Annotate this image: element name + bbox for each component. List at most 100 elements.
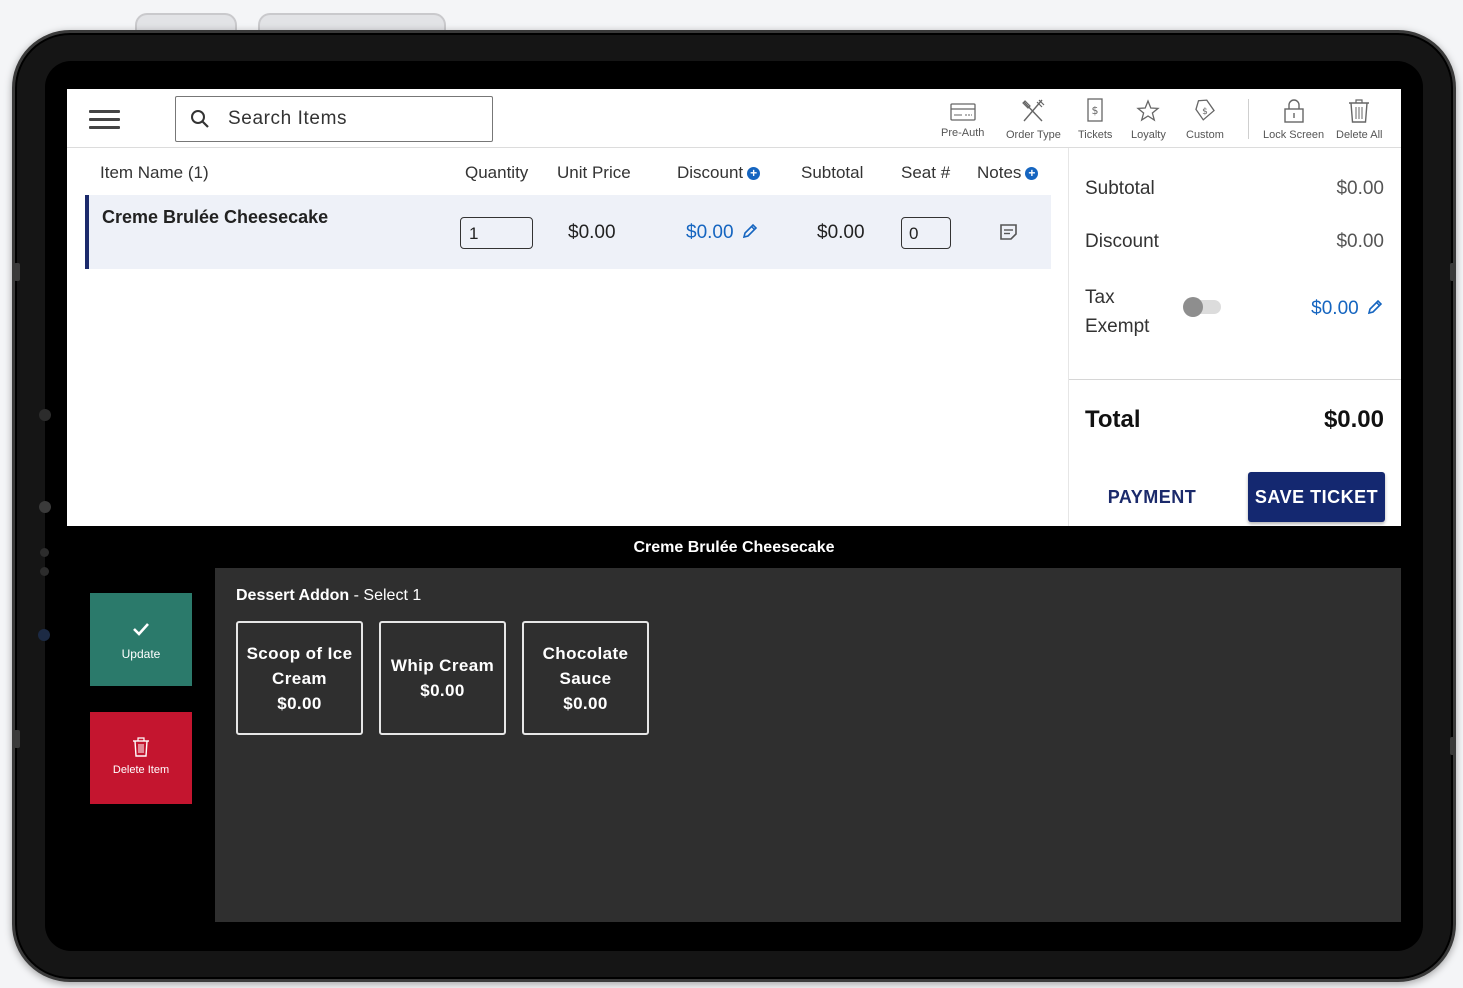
- addon-option-whip-cream[interactable]: Whip Cream $0.00: [379, 621, 506, 735]
- addon-option-ice-cream[interactable]: Scoop of Ice Cream $0.00: [236, 621, 363, 735]
- pre-auth-button[interactable]: Pre-Auth: [941, 101, 984, 139]
- order-type-label: Order Type: [1006, 129, 1061, 141]
- order-summary: Subtotal $0.00 Discount $0.00 Tax Exempt …: [1068, 148, 1401, 526]
- table-header: Item Name (1) Quantity Unit Price Discou…: [84, 151, 1051, 193]
- top-bar: Search Items Pre-Auth Order Type $ Ticke…: [67, 89, 1401, 148]
- modifier-group-title: Dessert Addon - Select 1: [236, 587, 421, 605]
- update-label: Update: [121, 647, 161, 661]
- search-input[interactable]: Search Items: [175, 96, 493, 142]
- loyalty-button[interactable]: Loyalty: [1131, 97, 1166, 141]
- tickets-button[interactable]: $ Tickets: [1078, 97, 1112, 141]
- update-button[interactable]: Update: [90, 593, 192, 686]
- header-item-name: Item Name (1): [100, 163, 209, 182]
- ticket-icon: $: [1087, 98, 1103, 122]
- check-icon: [133, 623, 149, 636]
- toggle-knob: [1183, 297, 1203, 317]
- device-light: [38, 629, 50, 641]
- device-sensor: [39, 409, 51, 421]
- addon-name-line-1: Chocolate: [542, 643, 629, 663]
- addon-name-line-1: Scoop of Ice: [246, 643, 353, 663]
- row-discount-value: $0.00: [686, 222, 734, 243]
- lock-screen-label: Lock Screen: [1263, 129, 1325, 141]
- lock-icon: [1283, 99, 1304, 123]
- pencil-icon: [742, 223, 757, 239]
- modifier-options: Dessert Addon - Select 1 Scoop of Ice Cre…: [215, 568, 1401, 922]
- discount-label: Discount: [1085, 231, 1159, 252]
- header-unit-price: Unit Price: [557, 163, 631, 182]
- header-subtotal: Subtotal: [801, 163, 864, 182]
- pre-auth-label: Pre-Auth: [941, 127, 985, 139]
- header-quantity: Quantity: [465, 163, 529, 182]
- tax-value[interactable]: $0.00: [1311, 298, 1384, 320]
- addon-name-line-1: Whip Cream: [390, 656, 495, 675]
- addon-option-chocolate-sauce[interactable]: Chocolate Sauce $0.00: [522, 621, 649, 735]
- loyalty-label: Loyalty: [1131, 129, 1166, 141]
- card-icon: [950, 103, 976, 121]
- row-discount[interactable]: $0.00: [686, 222, 759, 244]
- delete-all-button[interactable]: Delete All: [1336, 97, 1382, 141]
- lock-screen-button[interactable]: Lock Screen: [1263, 97, 1324, 141]
- row-subtotal: $0.00: [817, 222, 865, 243]
- device-side-button-2: [14, 730, 20, 748]
- device-camera: [39, 501, 51, 513]
- device-sensor-3: [40, 567, 49, 576]
- subtotal-label: Subtotal: [1085, 178, 1155, 199]
- header-notes-label: Notes: [977, 163, 1022, 182]
- header-notes: Notes +: [977, 163, 1039, 183]
- device-side-button: [14, 263, 20, 281]
- tax-label-line-1: Tax: [1085, 287, 1115, 308]
- toolbar-divider: [1248, 99, 1249, 139]
- search-placeholder: Search Items: [228, 108, 348, 129]
- svg-text:$: $: [1202, 107, 1208, 117]
- custom-label: Custom: [1186, 129, 1224, 141]
- add-discount-plus-circle-icon[interactable]: +: [747, 167, 761, 180]
- note-icon[interactable]: [999, 223, 1019, 241]
- search-icon: [191, 110, 209, 128]
- tax-value-text: $0.00: [1311, 298, 1359, 319]
- total-label: Total: [1085, 406, 1141, 433]
- custom-button[interactable]: $ Custom: [1186, 97, 1224, 141]
- addon-price: $0.00: [563, 693, 608, 713]
- table-row[interactable]: Creme Brulée Cheesecake 1 $0.00 $0.00 $0…: [85, 195, 1051, 269]
- tax-exempt-toggle[interactable]: [1183, 297, 1221, 317]
- modifier-title: Creme Brulée Cheesecake: [67, 526, 1401, 568]
- subtotal-value: $0.00: [1336, 178, 1384, 199]
- svg-text:$: $: [1092, 104, 1099, 117]
- hamburger-icon[interactable]: [89, 110, 120, 130]
- delete-all-label: Delete All: [1336, 129, 1383, 141]
- order-type-button[interactable]: Order Type: [1006, 97, 1061, 141]
- modifier-group-rule: - Select 1: [349, 587, 422, 604]
- tax-label-line-2: Exempt: [1085, 316, 1150, 337]
- modifier-group-name: Dessert Addon: [236, 587, 350, 604]
- header-discount: Discount +: [677, 163, 761, 183]
- payment-button[interactable]: PAYMENT: [1087, 472, 1217, 522]
- delete-item-label: Delete Item: [112, 764, 170, 776]
- tax-exempt-label: Tax Exempt: [1085, 283, 1149, 341]
- seat-input[interactable]: 0: [901, 217, 951, 249]
- utensils-icon: [1022, 99, 1045, 122]
- tag-icon: $: [1195, 99, 1215, 121]
- modifier-actions: Update Delete Item: [67, 568, 215, 922]
- quantity-input[interactable]: 1: [460, 217, 533, 249]
- summary-divider: [1069, 379, 1401, 380]
- row-item-name: Creme Brulée Cheesecake: [102, 207, 329, 227]
- header-discount-label: Discount: [677, 163, 744, 182]
- pencil-icon: [1367, 299, 1383, 315]
- trash-icon: [133, 737, 149, 757]
- delete-item-button[interactable]: Delete Item: [90, 712, 192, 804]
- add-note-plus-circle-icon[interactable]: +: [1025, 167, 1039, 180]
- header-seat: Seat #: [901, 163, 951, 182]
- star-icon: [1136, 99, 1161, 122]
- discount-value: $0.00: [1336, 231, 1384, 252]
- device-sensor-2: [40, 548, 49, 557]
- device-side-button-4: [1450, 737, 1456, 755]
- addon-price: $0.00: [277, 693, 322, 713]
- addon-price: $0.00: [420, 681, 465, 700]
- addon-name-line-2: Sauce: [559, 668, 612, 688]
- total-value: $0.00: [1323, 406, 1384, 433]
- tickets-label: Tickets: [1078, 129, 1113, 141]
- addon-name-line-2: Cream: [272, 668, 327, 688]
- save-ticket-button[interactable]: SAVE TICKET: [1248, 472, 1385, 522]
- trash-icon: [1349, 99, 1370, 123]
- device-side-button-3: [1450, 263, 1456, 281]
